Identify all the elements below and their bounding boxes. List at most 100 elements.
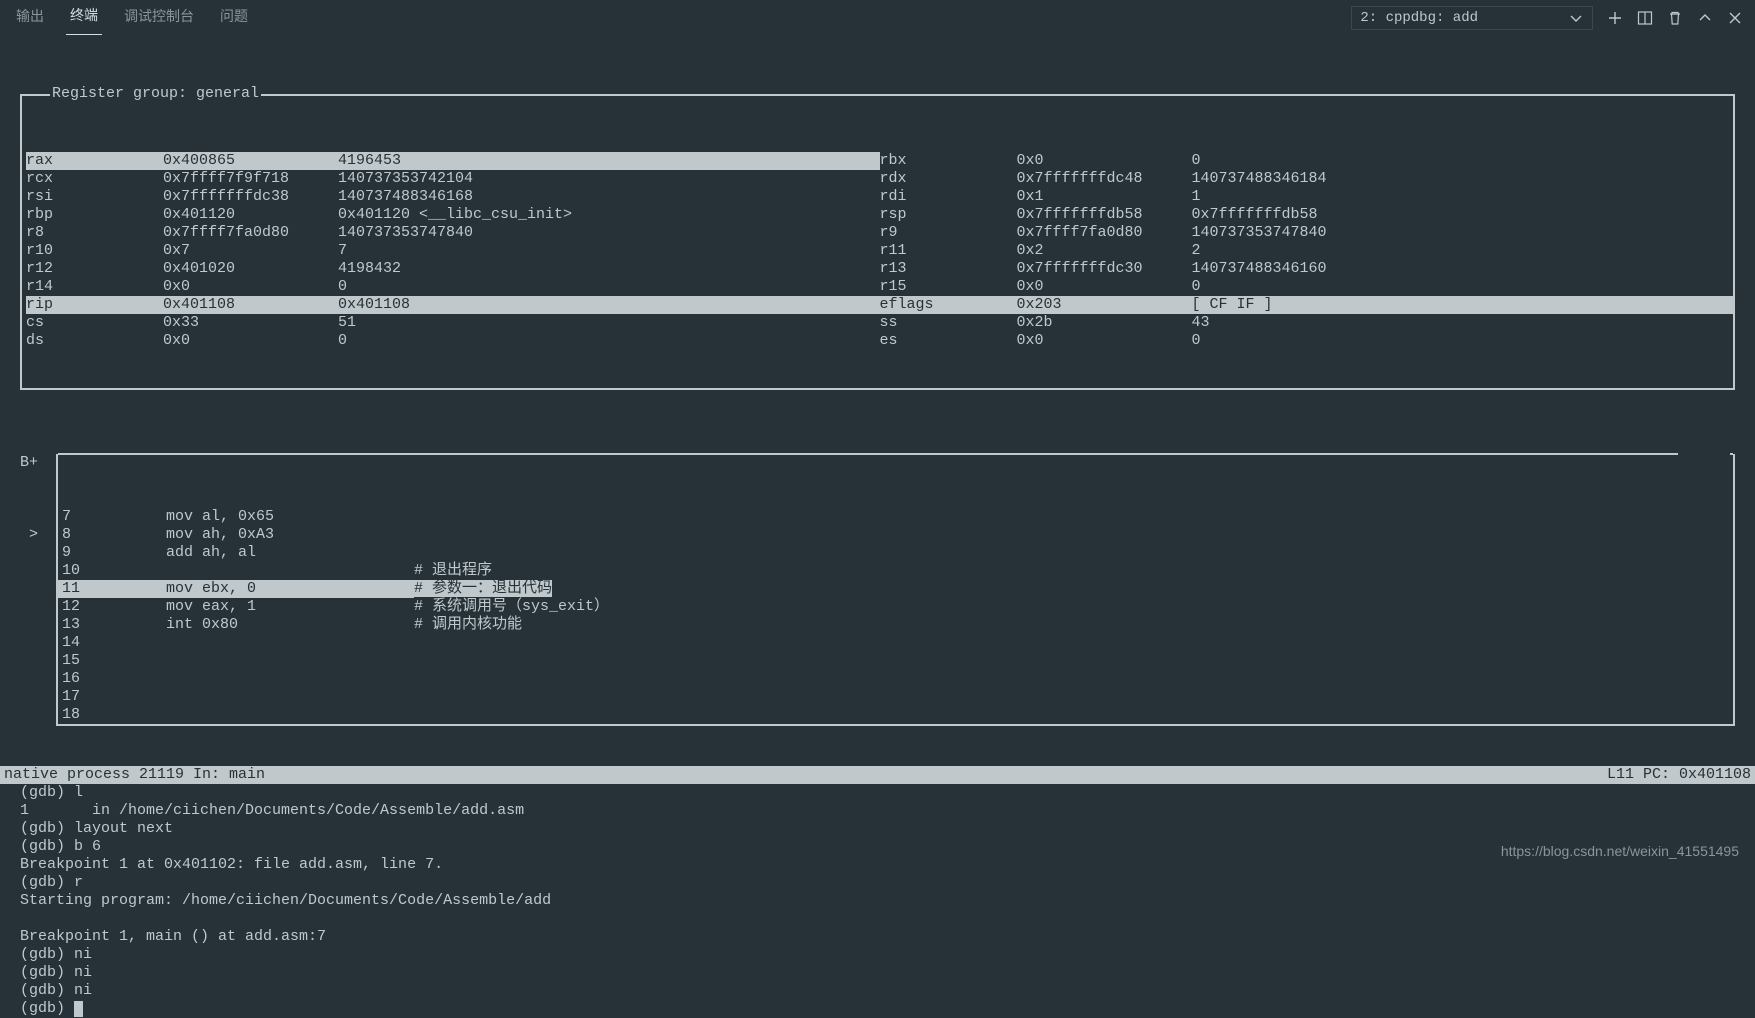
line-comment [414,670,1733,688]
gdb-line: Breakpoint 1 at 0x401102: file add.asm, … [20,856,1735,874]
register-hex: 0x7ffff7fa0d80 [1017,224,1192,242]
register-value: 140737488346168 [338,188,880,206]
line-number: 15 [58,652,166,670]
tab-debug-console[interactable]: 调试控制台 [120,1,198,35]
registers-col-right: rbx0x00rdx0x7fffffffdc48140737488346184r… [880,152,1734,350]
status-right: L11 PC: 0x401108 [1607,766,1751,784]
register-hex: 0x0 [163,278,338,296]
gdb-console[interactable]: (gdb) l1 in /home/ciichen/Documents/Code… [0,784,1755,1018]
line-number: 12 [58,598,166,616]
line-code [166,706,414,724]
line-number: 10 [58,562,166,580]
chevron-down-icon [1568,10,1584,26]
gdb-line: (gdb) b 6 [20,838,1735,856]
chevron-up-icon[interactable] [1697,10,1713,26]
gdb-line [20,910,1735,928]
split-icon[interactable] [1637,10,1653,26]
register-name: r8 [26,224,163,242]
register-hex: 0x7 [163,242,338,260]
line-number: 17 [58,688,166,706]
register-value: 4198432 [338,260,880,278]
gutter-line [20,472,56,490]
line-code: mov al, 0x65 [166,508,414,526]
register-name: rsp [880,206,1017,224]
terminal-content[interactable]: Register group: general rax0x40086541964… [0,36,1755,762]
register-row: r90x7ffff7fa0d80140737353747840 [880,224,1734,242]
register-row: rax0x4008654196453 [26,152,880,170]
gdb-line: Breakpoint 1, main () at add.asm:7 [20,928,1735,946]
source-line: 15 [58,652,1733,670]
source-line: 18 [58,706,1733,724]
register-row: rdi0x11 [880,188,1734,206]
register-hex: 0x1 [1017,188,1192,206]
gdb-line: (gdb) layout next [20,820,1735,838]
source-panel: 7mov al, 0x658mov ah, 0xA39add ah, al10#… [56,454,1735,726]
source-line: 12mov eax, 1# 系统调用号（sys_exit） [58,598,1733,616]
status-left: native process 21119 In: main [4,766,265,784]
tab-terminal[interactable]: 终端 [66,0,102,35]
register-row: eflags0x203[ CF IF ] [880,296,1734,314]
gutter-line [20,616,56,634]
line-comment [414,706,1733,724]
source-line: 17 [58,688,1733,706]
register-row: cs0x3351 [26,314,880,332]
gdb-line: (gdb) l [20,784,1735,802]
tab-problems[interactable]: 问题 [216,1,252,35]
line-number: 7 [58,508,166,526]
gutter-line [20,598,56,616]
register-hex: 0x7ffff7fa0d80 [163,224,338,242]
register-name: rdx [880,170,1017,188]
source-gutter: B+ > [20,454,56,726]
register-value: 140737488346184 [1192,170,1734,188]
register-row: r80x7ffff7fa0d80140737353747840 [26,224,880,242]
register-value: 0x401108 [338,296,880,314]
register-name: rbp [26,206,163,224]
panel-actions: 2: cppdbg: add [1351,6,1743,30]
tab-output[interactable]: 输出 [12,1,48,35]
register-name: eflags [880,296,1017,314]
register-row: rbp0x4011200x401120 <__libc_csu_init> [26,206,880,224]
panel-tab-bar: 输出 终端 调试控制台 问题 2: cppdbg: add [0,0,1755,36]
terminal-selector[interactable]: 2: cppdbg: add [1351,6,1593,30]
register-value: 2 [1192,242,1734,260]
register-name: rdi [880,188,1017,206]
source-line: 16 [58,670,1733,688]
line-code: add ah, al [166,544,414,562]
register-value: 0 [1192,332,1734,350]
register-row: es0x00 [880,332,1734,350]
register-value: 0 [1192,278,1734,296]
register-hex: 0x2 [1017,242,1192,260]
line-code: int 0x80 [166,616,414,634]
register-value: 0 [338,278,880,296]
source-line: 8mov ah, 0xA3 [58,526,1733,544]
register-hex: 0x7fffffffdc30 [1017,260,1192,278]
line-comment: # 参数一：退出代码 [414,580,1733,598]
register-name: rbx [880,152,1017,170]
trash-icon[interactable] [1667,10,1683,26]
line-comment: # 调用内核功能 [414,616,1733,634]
register-name: cs [26,314,163,332]
register-hex: 0x400865 [163,152,338,170]
register-name: rip [26,296,163,314]
source-line: 7mov al, 0x65 [58,508,1733,526]
line-comment [414,508,1733,526]
register-name: r12 [26,260,163,278]
line-comment: # 退出程序 [414,562,1733,580]
line-code [166,670,414,688]
register-value: 0x401120 <__libc_csu_init> [338,206,880,224]
gutter-line [20,562,56,580]
register-name: r13 [880,260,1017,278]
source-line: 13int 0x80# 调用内核功能 [58,616,1733,634]
register-value: 0 [1192,152,1734,170]
gutter-line [20,490,56,508]
source-panel-wrap: B+ > 7mov al, 0x658mov ah, 0xA39add ah, … [20,454,1735,726]
gdb-prompt[interactable]: (gdb) [20,1000,1735,1018]
plus-icon[interactable] [1607,10,1623,26]
registers-title: Register group: general [50,85,261,103]
register-hex: 0x7fffffffdc38 [163,188,338,206]
line-comment [414,544,1733,562]
line-code [166,562,414,580]
gutter-line [20,508,56,526]
close-icon[interactable] [1727,10,1743,26]
line-comment [414,634,1733,652]
